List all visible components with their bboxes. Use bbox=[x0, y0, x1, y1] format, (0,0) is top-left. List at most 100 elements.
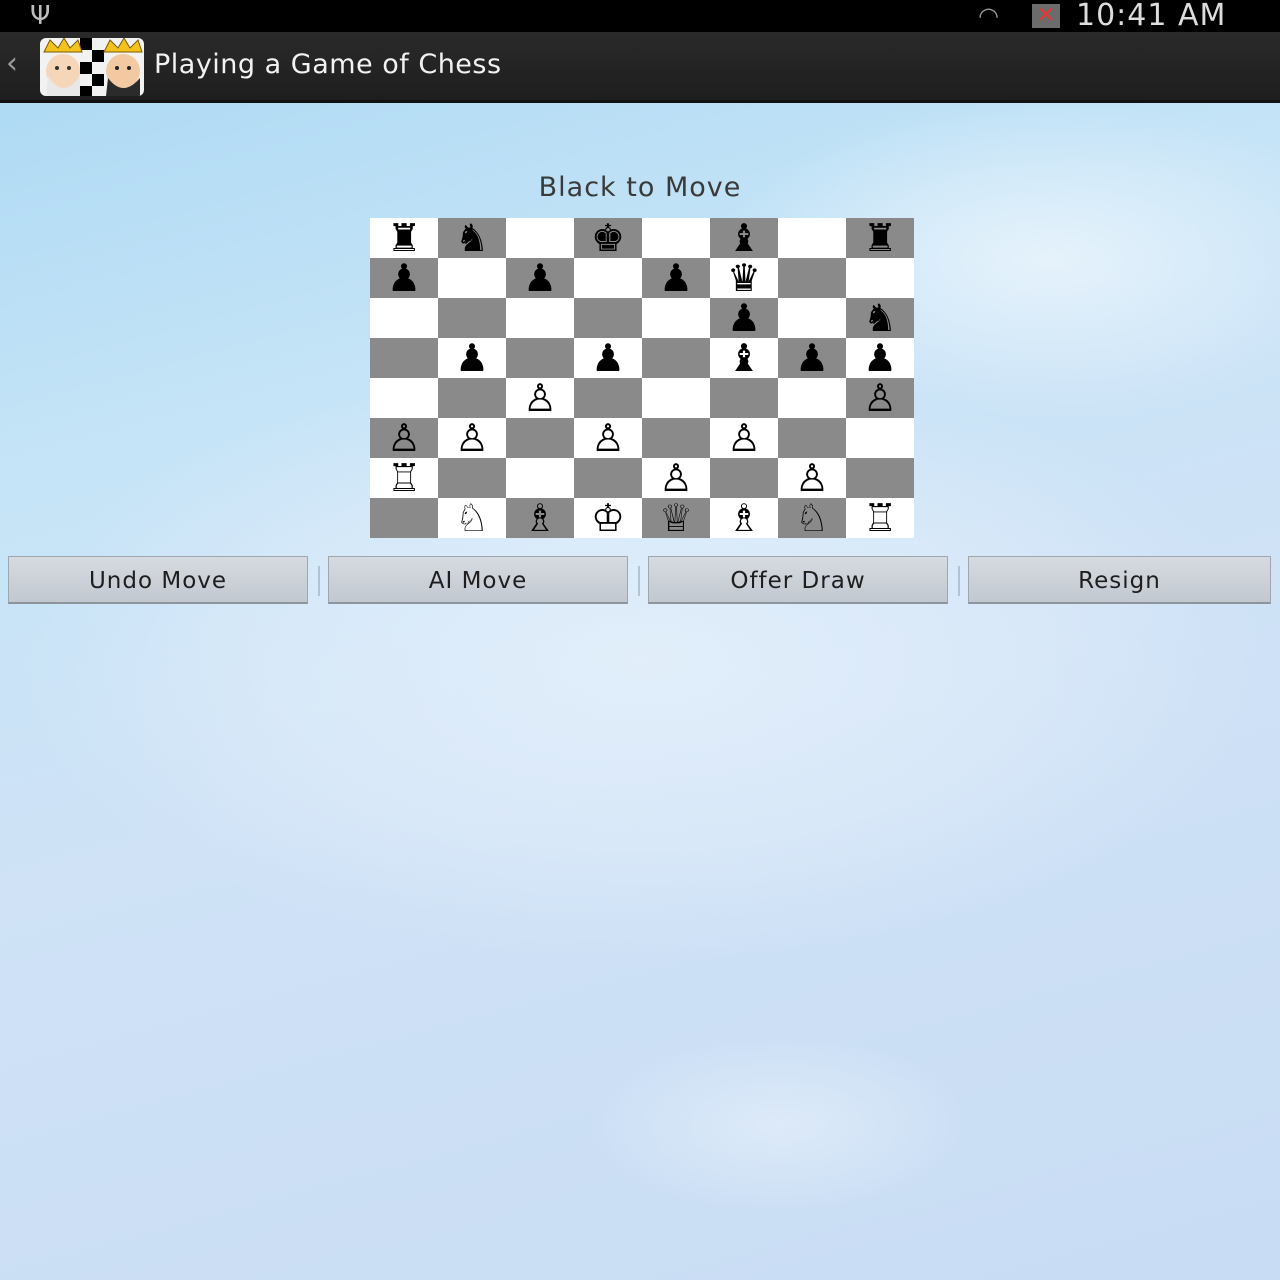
resign-button[interactable]: Resign bbox=[968, 556, 1271, 604]
board-square-b4[interactable] bbox=[438, 378, 506, 418]
black-queen-piece[interactable]: ♛ bbox=[727, 258, 761, 298]
board-square-h3[interactable] bbox=[846, 418, 914, 458]
white-rook-piece[interactable]: ♖ bbox=[863, 498, 897, 538]
white-bishop-piece[interactable]: ♗ bbox=[727, 498, 761, 538]
black-pawn-piece[interactable]: ♟ bbox=[523, 258, 557, 298]
board-square-e4[interactable] bbox=[642, 378, 710, 418]
ai-move-button[interactable]: AI Move bbox=[328, 556, 628, 604]
board-square-f3[interactable]: ♙ bbox=[710, 418, 778, 458]
board-square-e3[interactable] bbox=[642, 418, 710, 458]
board-square-b8[interactable]: ♞ bbox=[438, 218, 506, 258]
black-bishop-piece[interactable]: ♝ bbox=[727, 338, 761, 378]
board-square-c3[interactable] bbox=[506, 418, 574, 458]
white-knight-piece[interactable]: ♘ bbox=[455, 498, 489, 538]
board-square-f1[interactable]: ♗ bbox=[710, 498, 778, 538]
white-pawn-piece[interactable]: ♙ bbox=[523, 378, 557, 418]
board-square-f6[interactable]: ♟ bbox=[710, 298, 778, 338]
board-square-c5[interactable] bbox=[506, 338, 574, 378]
board-square-g2[interactable]: ♙ bbox=[778, 458, 846, 498]
white-rook-piece[interactable]: ♖ bbox=[387, 458, 421, 498]
back-caret-icon[interactable]: ‹ bbox=[6, 46, 18, 82]
white-pawn-piece[interactable]: ♙ bbox=[863, 378, 897, 418]
white-pawn-piece[interactable]: ♙ bbox=[659, 458, 693, 498]
board-square-a7[interactable]: ♟ bbox=[370, 258, 438, 298]
board-square-e7[interactable]: ♟ bbox=[642, 258, 710, 298]
board-square-b1[interactable]: ♘ bbox=[438, 498, 506, 538]
board-square-c1[interactable]: ♗ bbox=[506, 498, 574, 538]
board-square-e2[interactable]: ♙ bbox=[642, 458, 710, 498]
black-rook-piece[interactable]: ♜ bbox=[387, 218, 421, 258]
white-king-piece[interactable]: ♔ bbox=[591, 498, 625, 538]
board-square-d4[interactable] bbox=[574, 378, 642, 418]
board-square-e5[interactable] bbox=[642, 338, 710, 378]
board-square-d8[interactable]: ♚ bbox=[574, 218, 642, 258]
board-square-g1[interactable]: ♘ bbox=[778, 498, 846, 538]
black-bishop-piece[interactable]: ♝ bbox=[727, 218, 761, 258]
board-square-d1[interactable]: ♔ bbox=[574, 498, 642, 538]
board-square-b6[interactable] bbox=[438, 298, 506, 338]
board-square-a2[interactable]: ♖ bbox=[370, 458, 438, 498]
board-square-a4[interactable] bbox=[370, 378, 438, 418]
white-queen-piece[interactable]: ♕ bbox=[659, 498, 693, 538]
board-square-g8[interactable] bbox=[778, 218, 846, 258]
board-square-d3[interactable]: ♙ bbox=[574, 418, 642, 458]
black-pawn-piece[interactable]: ♟ bbox=[727, 298, 761, 338]
white-pawn-piece[interactable]: ♙ bbox=[455, 418, 489, 458]
board-square-h1[interactable]: ♖ bbox=[846, 498, 914, 538]
undo-move-button[interactable]: Undo Move bbox=[8, 556, 308, 604]
board-square-g7[interactable] bbox=[778, 258, 846, 298]
board-square-b2[interactable] bbox=[438, 458, 506, 498]
white-pawn-piece[interactable]: ♙ bbox=[727, 418, 761, 458]
black-knight-piece[interactable]: ♞ bbox=[863, 298, 897, 338]
white-bishop-piece[interactable]: ♗ bbox=[523, 498, 557, 538]
board-square-d5[interactable]: ♟ bbox=[574, 338, 642, 378]
black-pawn-piece[interactable]: ♟ bbox=[455, 338, 489, 378]
board-square-d7[interactable] bbox=[574, 258, 642, 298]
white-pawn-piece[interactable]: ♙ bbox=[591, 418, 625, 458]
board-square-h6[interactable]: ♞ bbox=[846, 298, 914, 338]
board-square-c8[interactable] bbox=[506, 218, 574, 258]
offer-draw-button[interactable]: Offer Draw bbox=[648, 556, 948, 604]
black-pawn-piece[interactable]: ♟ bbox=[591, 338, 625, 378]
board-square-g3[interactable] bbox=[778, 418, 846, 458]
board-square-b7[interactable] bbox=[438, 258, 506, 298]
board-square-e6[interactable] bbox=[642, 298, 710, 338]
board-square-a3[interactable]: ♙ bbox=[370, 418, 438, 458]
board-square-a6[interactable] bbox=[370, 298, 438, 338]
board-square-d6[interactable] bbox=[574, 298, 642, 338]
board-square-f8[interactable]: ♝ bbox=[710, 218, 778, 258]
board-square-d2[interactable] bbox=[574, 458, 642, 498]
board-square-c7[interactable]: ♟ bbox=[506, 258, 574, 298]
board-square-f4[interactable] bbox=[710, 378, 778, 418]
board-square-g6[interactable] bbox=[778, 298, 846, 338]
board-square-f5[interactable]: ♝ bbox=[710, 338, 778, 378]
board-square-f2[interactable] bbox=[710, 458, 778, 498]
black-rook-piece[interactable]: ♜ bbox=[863, 218, 897, 258]
board-square-g5[interactable]: ♟ bbox=[778, 338, 846, 378]
board-square-h4[interactable]: ♙ bbox=[846, 378, 914, 418]
board-square-c2[interactable] bbox=[506, 458, 574, 498]
white-knight-piece[interactable]: ♘ bbox=[795, 498, 829, 538]
board-square-g4[interactable] bbox=[778, 378, 846, 418]
chess-board[interactable]: ♜ ♞ ♚ ♝ ♜ ♟ ♟ ♟ ♛ ♟ ♞ ♟ ♟ ♝ ♟ ♟ ♙ ♙ ♙ ♙ ♙ ♙ ♖ ♙ ♙ ♘ ♗ ♔ ♕ ♗ ♘ ♖ bbox=[370, 218, 914, 538]
board-square-e1[interactable]: ♕ bbox=[642, 498, 710, 538]
board-square-h8[interactable]: ♜ bbox=[846, 218, 914, 258]
black-pawn-piece[interactable]: ♟ bbox=[795, 338, 829, 378]
board-square-c6[interactable] bbox=[506, 298, 574, 338]
white-pawn-piece[interactable]: ♙ bbox=[387, 418, 421, 458]
black-pawn-piece[interactable]: ♟ bbox=[863, 338, 897, 378]
board-square-h2[interactable] bbox=[846, 458, 914, 498]
board-square-a1[interactable] bbox=[370, 498, 438, 538]
board-square-h7[interactable] bbox=[846, 258, 914, 298]
board-square-f7[interactable]: ♛ bbox=[710, 258, 778, 298]
board-square-a8[interactable]: ♜ bbox=[370, 218, 438, 258]
black-king-piece[interactable]: ♚ bbox=[591, 218, 625, 258]
board-square-b3[interactable]: ♙ bbox=[438, 418, 506, 458]
board-square-b5[interactable]: ♟ bbox=[438, 338, 506, 378]
board-square-e8[interactable] bbox=[642, 218, 710, 258]
white-pawn-piece[interactable]: ♙ bbox=[795, 458, 829, 498]
board-square-h5[interactable]: ♟ bbox=[846, 338, 914, 378]
black-pawn-piece[interactable]: ♟ bbox=[659, 258, 693, 298]
black-pawn-piece[interactable]: ♟ bbox=[387, 258, 421, 298]
board-square-c4[interactable]: ♙ bbox=[506, 378, 574, 418]
